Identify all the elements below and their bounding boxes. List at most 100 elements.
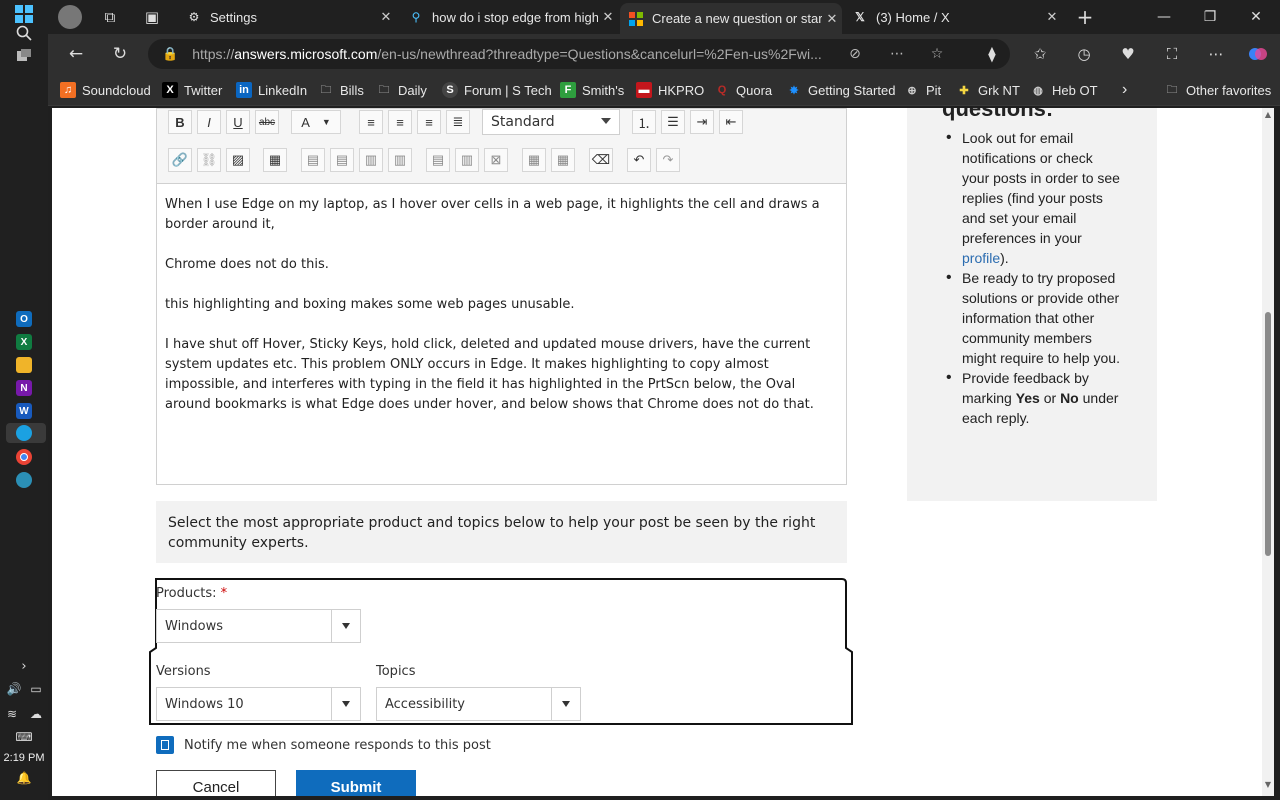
extensions-icon[interactable]: ⧫ [980, 42, 1004, 66]
scroll-up-icon[interactable]: ▲ [1262, 110, 1274, 122]
favorite-smiths[interactable]: F Smith's [560, 81, 624, 99]
profile-link[interactable]: profile [962, 250, 1000, 266]
new-tab-icon[interactable]: + [1073, 5, 1097, 29]
unlink-button[interactable]: ⛓ [197, 148, 221, 172]
scroll-down-icon[interactable]: ▼ [1262, 780, 1274, 792]
chrome-icon[interactable] [16, 449, 32, 465]
vertical-tabs-icon[interactable]: ▣ [140, 5, 164, 29]
cancel-button[interactable]: Cancel [156, 770, 276, 796]
file-explorer-icon[interactable] [16, 357, 32, 373]
page-scrollbar[interactable]: ▲ ▼ [1262, 108, 1274, 796]
favorite-other-favorites[interactable]: 🗀 Other favorites [1164, 81, 1272, 99]
strikethrough-button[interactable]: abc [255, 110, 279, 134]
table-merge-button[interactable]: ⊠ [484, 148, 508, 172]
url-text[interactable]: https://answers.microsoft.com/en-us/newt… [192, 46, 832, 62]
align-justify-button[interactable]: ≣ [446, 110, 470, 134]
align-left-button[interactable]: ≡ [359, 110, 383, 134]
back-icon[interactable]: ← [64, 42, 88, 66]
keyboard-icon[interactable]: ⌨ [12, 725, 36, 749]
products-select[interactable]: Windows [156, 609, 361, 643]
table-col-right-button[interactable]: ▥ [388, 148, 412, 172]
refresh-icon[interactable]: ↻ [108, 42, 132, 66]
onedrive-icon[interactable]: ☁ [24, 702, 48, 726]
tracking-prevention-icon[interactable]: ⊘ [846, 45, 864, 63]
search-icon[interactable] [12, 21, 36, 45]
align-center-button[interactable]: ≡ [388, 110, 412, 134]
excel-icon[interactable]: X [16, 334, 32, 350]
word-icon[interactable]: W [16, 403, 32, 419]
notify-checkbox[interactable] [156, 736, 174, 754]
insert-link-button[interactable]: 🔗 [168, 148, 192, 172]
topics-select[interactable]: Accessibility [376, 687, 581, 721]
scrollbar-thumb[interactable] [1265, 312, 1271, 556]
wifi-icon[interactable]: ≋ [0, 702, 24, 726]
table-split-button[interactable]: ▦ [522, 148, 546, 172]
redo-button[interactable]: ↷ [656, 148, 680, 172]
copilot-icon[interactable] [1246, 42, 1270, 66]
favorite-pit[interactable]: ⊕ Pit [904, 81, 941, 99]
edge-icon[interactable] [16, 425, 32, 441]
favorite-getting-started[interactable]: ✸ Getting Started [786, 81, 895, 99]
align-right-button[interactable]: ≡ [417, 110, 441, 134]
history-icon[interactable]: ◷ [1072, 42, 1096, 66]
address-bar[interactable]: 🔒 https://answers.microsoft.com/en-us/ne… [148, 39, 1010, 69]
outlook-icon[interactable]: O [16, 311, 32, 327]
outdent-button[interactable]: ⇤ [719, 110, 743, 134]
close-icon[interactable]: ✕ [376, 9, 396, 25]
tab-settings[interactable]: ⚙ Settings ✕ [178, 3, 396, 31]
minimize-icon[interactable]: — [1141, 0, 1187, 34]
close-window-icon[interactable]: ✕ [1233, 0, 1279, 34]
bold-button[interactable]: B [168, 110, 192, 134]
favorite-heb-ot[interactable]: ◍ Heb OT [1030, 81, 1097, 99]
favorite-folder-bills[interactable]: 🗀 Bills [318, 81, 364, 99]
insert-image-button[interactable]: ▨ [226, 148, 250, 172]
font-color-button[interactable]: A ▼ [291, 110, 341, 134]
notify-checkbox-row[interactable]: Notify me when someone responds to this … [156, 736, 491, 754]
battery-icon[interactable]: ▭ [24, 677, 48, 701]
tab-search[interactable]: ⚲ how do i stop edge from high ✕ [400, 3, 618, 31]
favorite-soundcloud[interactable]: ♫ Soundcloud [60, 81, 151, 99]
table-row-above-button[interactable]: ▤ [301, 148, 325, 172]
editor-content[interactable]: When I use Edge on my laptop, as I hover… [165, 195, 837, 435]
more-options-circle-icon[interactable]: ⋯ [888, 45, 906, 63]
numbered-list-button[interactable]: ⒈ [632, 110, 656, 134]
onenote-icon[interactable]: N [16, 380, 32, 396]
settings-more-icon[interactable]: ⋯ [1204, 42, 1228, 66]
tab-create-question[interactable]: Create a new question or start ✕ [620, 3, 842, 34]
lock-icon[interactable]: 🔒 [162, 47, 178, 62]
table-col-left-button[interactable]: ▥ [359, 148, 383, 172]
workspaces-icon[interactable]: ⧉ [98, 5, 122, 29]
notification-bell-icon[interactable]: 🔔 [12, 766, 36, 790]
profile-avatar[interactable] [58, 5, 82, 29]
table-delete-col-button[interactable]: ▥ [455, 148, 479, 172]
favorite-star-icon[interactable]: ☆ [928, 45, 946, 63]
close-icon[interactable]: ✕ [598, 9, 618, 25]
task-view-icon[interactable] [12, 43, 36, 67]
favorite-folder-daily[interactable]: 🗀 Daily [376, 81, 427, 99]
favorite-hkpro[interactable]: ▬ HKPRO [636, 81, 704, 99]
app-icon[interactable] [16, 472, 32, 488]
insert-table-button[interactable]: ▦ [263, 148, 287, 172]
table-delete-button[interactable]: ▦ [551, 148, 575, 172]
tab-x-home[interactable]: 𝕏 (3) Home / X ✕ [844, 3, 1062, 31]
screenshot-icon[interactable]: ⛶ [1160, 42, 1184, 66]
undo-button[interactable]: ↶ [627, 148, 651, 172]
indent-button[interactable]: ⇥ [690, 110, 714, 134]
favorite-twitter[interactable]: X Twitter [162, 81, 222, 99]
paragraph-style-select[interactable]: Standard [482, 109, 620, 135]
table-delete-row-button[interactable]: ▤ [426, 148, 450, 172]
favorite-grk-nt[interactable]: ✚ Grk NT [956, 81, 1020, 99]
favorite-forum-stech[interactable]: S Forum | S Tech [442, 81, 552, 99]
underline-button[interactable]: U [226, 110, 250, 134]
chevron-right-icon[interactable]: › [12, 654, 36, 678]
health-icon[interactable]: ♥ [1116, 42, 1140, 66]
italic-button[interactable]: I [197, 110, 221, 134]
versions-select[interactable]: Windows 10 [156, 687, 361, 721]
favorites-icon[interactable]: ✩ [1028, 42, 1052, 66]
restore-icon[interactable]: ❐ [1187, 0, 1233, 34]
favorite-quora[interactable]: Q Quora [714, 81, 772, 99]
clock-time[interactable]: 2:19 PM [0, 752, 48, 764]
submit-button[interactable]: Submit [296, 770, 416, 796]
more-favorites-chevron-icon[interactable]: › [1122, 81, 1127, 99]
favorite-linkedin[interactable]: in LinkedIn [236, 81, 307, 99]
